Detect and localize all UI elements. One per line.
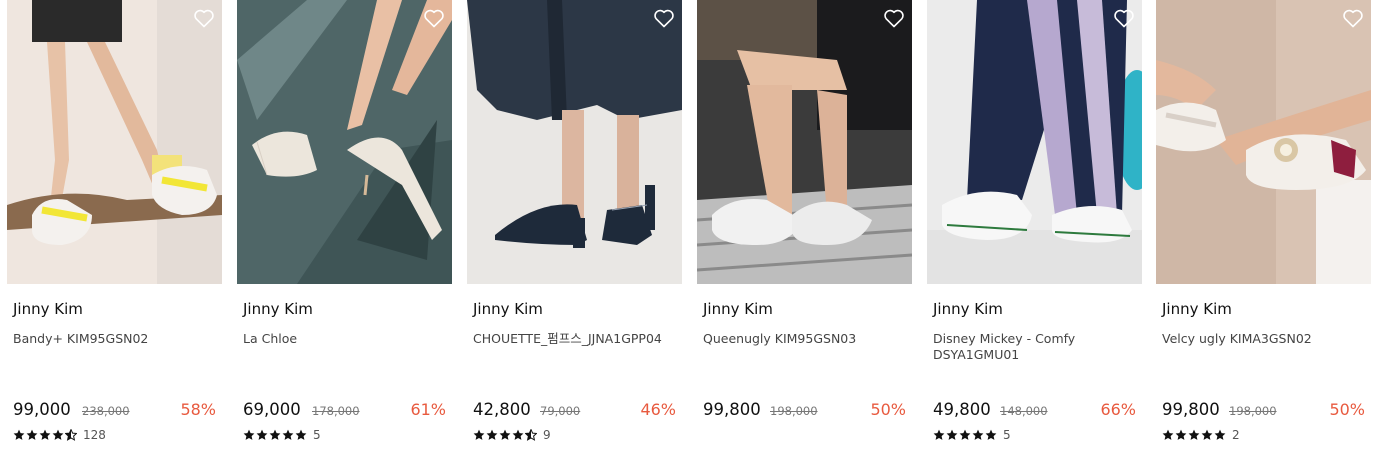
star-filled-icon	[512, 429, 524, 440]
star-filled-icon	[946, 429, 958, 440]
original-price: 198,000	[770, 404, 818, 418]
brand-name[interactable]: Jinny Kim	[703, 300, 773, 318]
original-price: 238,000	[82, 404, 130, 418]
review-count: 9	[543, 428, 551, 442]
brand-name[interactable]: Jinny Kim	[13, 300, 83, 318]
star-filled-icon	[499, 429, 511, 440]
product-name[interactable]: Queenugly KIM95GSN03	[703, 331, 908, 347]
heart-outline-icon[interactable]	[882, 6, 906, 30]
rating: 5	[243, 428, 321, 442]
sale-price: 99,000	[13, 400, 71, 419]
star-rating	[13, 429, 77, 441]
star-filled-icon	[473, 429, 485, 440]
original-price: 198,000	[1229, 404, 1277, 418]
star-filled-icon	[1188, 429, 1200, 440]
product-name[interactable]: La Chloe	[243, 331, 448, 347]
star-filled-icon	[269, 429, 281, 440]
product-grid: Jinny Kim Bandy+ KIM95GSN02 99,000 238,0…	[0, 0, 1377, 476]
sale-price: 69,000	[243, 400, 301, 419]
original-price: 79,000	[540, 404, 581, 418]
sale-price: 49,800	[933, 400, 991, 419]
rating: 128	[13, 428, 106, 442]
star-filled-icon	[13, 429, 25, 440]
review-count: 5	[313, 428, 321, 442]
sale-price: 99,800	[703, 400, 761, 419]
product-card[interactable]: Jinny Kim Bandy+ KIM95GSN02 99,000 238,0…	[7, 0, 222, 476]
star-filled-icon	[243, 429, 255, 440]
product-image[interactable]	[697, 0, 912, 284]
star-filled-icon	[1175, 429, 1187, 440]
price-row: 99,800 198,000 50%	[703, 400, 912, 420]
star-filled-icon	[972, 429, 984, 440]
discount-rate: 61%	[410, 400, 446, 419]
brand-name[interactable]: Jinny Kim	[243, 300, 313, 318]
rating: 9	[473, 428, 551, 442]
star-rating	[243, 429, 307, 441]
discount-rate: 46%	[640, 400, 676, 419]
product-image[interactable]	[467, 0, 682, 284]
star-filled-icon	[985, 429, 997, 440]
brand-name[interactable]: Jinny Kim	[933, 300, 1003, 318]
original-price: 148,000	[1000, 404, 1048, 418]
review-count: 2	[1232, 428, 1240, 442]
discount-rate: 66%	[1100, 400, 1136, 419]
product-image[interactable]	[1156, 0, 1371, 284]
product-name[interactable]: Bandy+ KIM95GSN02	[13, 331, 218, 347]
star-rating	[933, 429, 997, 441]
heart-outline-icon[interactable]	[192, 6, 216, 30]
product-card[interactable]: Jinny Kim Queenugly KIM95GSN03 99,800 19…	[697, 0, 912, 476]
star-half-icon	[525, 429, 537, 441]
price-row: 42,800 79,000 46%	[473, 400, 682, 420]
price-row: 49,800 148,000 66%	[933, 400, 1142, 420]
product-name[interactable]: CHOUETTE_펌프스_JJNA1GPP04	[473, 331, 678, 347]
star-filled-icon	[39, 429, 51, 440]
product-name[interactable]: Velcy ugly KIMA3GSN02	[1162, 331, 1367, 347]
product-card[interactable]: Jinny Kim La Chloe 69,000 178,000 61% 5	[237, 0, 452, 476]
price-row: 99,800 198,000 50%	[1162, 400, 1371, 420]
review-count: 128	[83, 428, 106, 442]
brand-name[interactable]: Jinny Kim	[1162, 300, 1232, 318]
product-card[interactable]: Jinny Kim CHOUETTE_펌프스_JJNA1GPP04 42,800…	[467, 0, 682, 476]
product-name[interactable]: Disney Mickey - Comfy DSYA1GMU01	[933, 331, 1138, 363]
star-filled-icon	[1162, 429, 1174, 440]
price-row: 69,000 178,000 61%	[243, 400, 452, 420]
star-filled-icon	[959, 429, 971, 440]
star-filled-icon	[1201, 429, 1213, 440]
heart-outline-icon[interactable]	[1112, 6, 1136, 30]
product-card[interactable]: Jinny Kim Disney Mickey - Comfy DSYA1GMU…	[927, 0, 1142, 476]
heart-outline-icon[interactable]	[1341, 6, 1365, 30]
star-filled-icon	[1214, 429, 1226, 440]
discount-rate: 50%	[1329, 400, 1365, 419]
heart-outline-icon[interactable]	[652, 6, 676, 30]
star-filled-icon	[295, 429, 307, 440]
rating: 2	[1162, 428, 1240, 442]
brand-name[interactable]: Jinny Kim	[473, 300, 543, 318]
product-card[interactable]: Jinny Kim Velcy ugly KIMA3GSN02 99,800 1…	[1156, 0, 1371, 476]
star-filled-icon	[282, 429, 294, 440]
original-price: 178,000	[312, 404, 360, 418]
heart-outline-icon[interactable]	[422, 6, 446, 30]
star-rating	[473, 429, 537, 441]
product-image[interactable]	[237, 0, 452, 284]
sale-price: 99,800	[1162, 400, 1220, 419]
sale-price: 42,800	[473, 400, 531, 419]
product-image[interactable]	[927, 0, 1142, 284]
product-image[interactable]	[7, 0, 222, 284]
discount-rate: 58%	[180, 400, 216, 419]
star-filled-icon	[486, 429, 498, 440]
star-filled-icon	[933, 429, 945, 440]
star-filled-icon	[52, 429, 64, 440]
star-rating	[1162, 429, 1226, 441]
discount-rate: 50%	[870, 400, 906, 419]
review-count: 5	[1003, 428, 1011, 442]
price-row: 99,000 238,000 58%	[13, 400, 222, 420]
star-filled-icon	[26, 429, 38, 440]
star-half-icon	[65, 429, 77, 441]
rating: 5	[933, 428, 1011, 442]
star-filled-icon	[256, 429, 268, 440]
